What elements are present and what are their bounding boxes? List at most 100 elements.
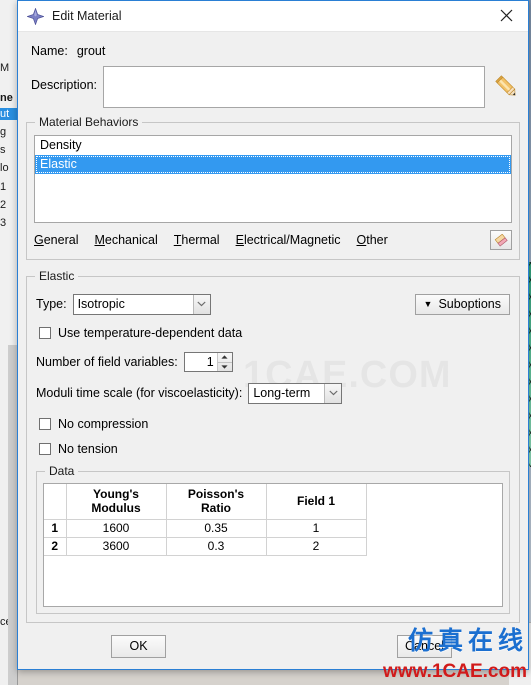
menu-mechanical-mnemonic: M bbox=[94, 233, 105, 247]
column-header-line2: Ratio bbox=[201, 501, 231, 516]
type-select[interactable]: Isotropic bbox=[72, 293, 211, 315]
type-label: Type: bbox=[36, 297, 67, 311]
column-header-index bbox=[44, 484, 67, 520]
field-variables-input[interactable]: 1 bbox=[185, 353, 218, 371]
use-temperature-dependent-label: Use temperature-dependent data bbox=[58, 326, 243, 340]
moduli-time-scale-select[interactable]: Long-term bbox=[248, 382, 343, 404]
list-item-elastic[interactable]: Elastic bbox=[35, 155, 511, 174]
row-index: 1 bbox=[44, 519, 67, 538]
use-temperature-dependent-row[interactable]: Use temperature-dependent data bbox=[36, 324, 510, 342]
behaviors-menu-bar: General Mechanical Thermal Electrical/Ma… bbox=[34, 229, 512, 251]
menu-general-mnemonic: G bbox=[34, 233, 44, 247]
material-behaviors-list[interactable]: Density Elastic bbox=[34, 135, 512, 223]
column-header-youngs-modulus: Young's Modulus bbox=[66, 484, 167, 520]
menu-general-rest: eneral bbox=[43, 233, 79, 247]
material-name-row: Name: grout bbox=[26, 38, 520, 63]
stepper-buttons[interactable] bbox=[217, 353, 232, 372]
table-row[interactable]: 2 3600 0.3 2 bbox=[44, 537, 367, 556]
eraser-icon[interactable] bbox=[490, 230, 512, 250]
menu-mechanical[interactable]: Mechanical bbox=[94, 233, 157, 247]
suboptions-button[interactable]: ▼ Suboptions bbox=[414, 293, 510, 315]
field-variables-label: Number of field variables: bbox=[36, 355, 178, 369]
table-row[interactable]: 1 1600 0.35 1 bbox=[44, 519, 367, 538]
behaviors-menu-items: General Mechanical Thermal Electrical/Ma… bbox=[34, 233, 404, 247]
data-group-title: Data bbox=[45, 464, 79, 478]
chevron-down-icon[interactable] bbox=[192, 294, 210, 314]
suboptions-label: Suboptions bbox=[438, 297, 501, 311]
elastic-type-row: Type: Isotropic ▼ Suboptions bbox=[36, 291, 510, 317]
menu-mechanical-rest: echanical bbox=[104, 233, 158, 247]
tree-fragment: ne bbox=[0, 92, 13, 104]
column-header-line1: Field 1 bbox=[296, 494, 335, 509]
tree-fragment: s bbox=[0, 144, 6, 156]
dialog-title-bar[interactable]: Edit Material bbox=[18, 1, 528, 32]
no-tension-row[interactable]: No tension bbox=[36, 440, 510, 458]
description-label: Description: bbox=[31, 78, 97, 92]
stepper-down-icon[interactable] bbox=[217, 361, 232, 372]
ok-button[interactable]: OK bbox=[111, 634, 166, 658]
pencil-icon[interactable] bbox=[494, 74, 520, 100]
list-item-density[interactable]: Density bbox=[35, 136, 511, 155]
column-header-field-1: Field 1 bbox=[266, 484, 367, 520]
column-header-line1: Young's bbox=[93, 487, 139, 502]
quantity-stepper[interactable]: 1 bbox=[183, 352, 233, 372]
cell-youngs-modulus[interactable]: 3600 bbox=[66, 537, 167, 556]
description-input[interactable] bbox=[103, 66, 485, 108]
material-name-value: grout bbox=[76, 43, 106, 58]
menu-general[interactable]: General bbox=[34, 233, 78, 247]
menu-thermal[interactable]: Thermal bbox=[174, 233, 220, 247]
chevron-down-icon: ▼ bbox=[423, 299, 433, 309]
chevron-down-icon[interactable] bbox=[324, 383, 342, 403]
tree-fragment: lo bbox=[0, 162, 9, 174]
menu-electrical-magnetic[interactable]: Electrical/Magnetic bbox=[236, 233, 341, 247]
no-compression-checkbox[interactable] bbox=[39, 418, 51, 430]
model-tree-panel[interactable]: M ne ut g s lo 1 2 3 ce bbox=[0, 0, 18, 685]
menu-electrical-mnemonic: E bbox=[235, 233, 244, 247]
stepper-up-icon[interactable] bbox=[218, 353, 232, 362]
no-tension-checkbox[interactable] bbox=[39, 443, 51, 455]
menu-other-mnemonic: O bbox=[356, 233, 367, 247]
use-temperature-dependent-checkbox[interactable] bbox=[39, 327, 51, 339]
cell-field-1[interactable]: 1 bbox=[266, 519, 367, 538]
menu-other[interactable]: Other bbox=[357, 233, 388, 247]
name-label: Name: bbox=[31, 43, 68, 58]
field-variables-row: Number of field variables: 1 bbox=[36, 351, 510, 373]
tree-fragment: 1 bbox=[0, 181, 7, 193]
tree-fragment: g bbox=[0, 126, 7, 138]
tree-vertical-scrollbar[interactable] bbox=[8, 345, 17, 685]
elastic-group-title: Elastic bbox=[35, 269, 79, 283]
no-compression-row[interactable]: No compression bbox=[36, 415, 510, 433]
dialog-footer: OK Cancel bbox=[18, 623, 528, 669]
row-index: 2 bbox=[44, 537, 67, 556]
data-group: Data Young's Modulus Poisson's Ratio Fie… bbox=[36, 464, 510, 614]
material-behaviors-title: Material Behaviors bbox=[35, 115, 143, 129]
dialog-body: 1CAE.COM Name: grout Description: bbox=[18, 32, 528, 623]
tree-fragment-selected[interactable]: ut bbox=[0, 108, 17, 120]
moduli-time-scale-value: Long-term bbox=[253, 386, 311, 400]
column-header-line1: Poisson's bbox=[187, 487, 245, 502]
table-header-row: Young's Modulus Poisson's Ratio Field 1 bbox=[44, 484, 367, 520]
cell-poissons-ratio[interactable]: 0.3 bbox=[166, 537, 267, 556]
dialog-title: Edit Material bbox=[52, 9, 122, 23]
tree-fragment: 2 bbox=[0, 199, 7, 211]
column-header-poissons-ratio: Poisson's Ratio bbox=[166, 484, 267, 520]
edit-material-dialog: Edit Material 1CAE.COM Name: grout Descr… bbox=[17, 0, 529, 670]
cell-field-1[interactable]: 2 bbox=[266, 537, 367, 556]
cell-youngs-modulus[interactable]: 1600 bbox=[66, 519, 167, 538]
moduli-time-scale-label: Moduli time scale (for viscoelasticity): bbox=[36, 386, 243, 400]
cancel-button[interactable]: Cancel bbox=[397, 634, 452, 658]
abaqus-diamond-icon bbox=[26, 6, 45, 26]
menu-other-rest: ther bbox=[366, 233, 388, 247]
material-behaviors-group: Material Behaviors Density Elastic Gener… bbox=[26, 115, 520, 260]
menu-thermal-rest: hermal bbox=[181, 233, 220, 247]
tree-fragment: M bbox=[0, 62, 10, 74]
data-table-container[interactable]: Young's Modulus Poisson's Ratio Field 1 bbox=[43, 483, 503, 607]
description-row: Description: bbox=[26, 66, 520, 108]
no-tension-label: No tension bbox=[58, 442, 118, 456]
cell-poissons-ratio[interactable]: 0.35 bbox=[166, 519, 267, 538]
no-compression-label: No compression bbox=[58, 417, 149, 431]
tree-fragment: 3 bbox=[0, 217, 7, 229]
type-select-value: Isotropic bbox=[77, 297, 125, 311]
menu-electrical-rest: lectrical/Magnetic bbox=[243, 233, 341, 247]
close-icon[interactable] bbox=[484, 1, 528, 30]
